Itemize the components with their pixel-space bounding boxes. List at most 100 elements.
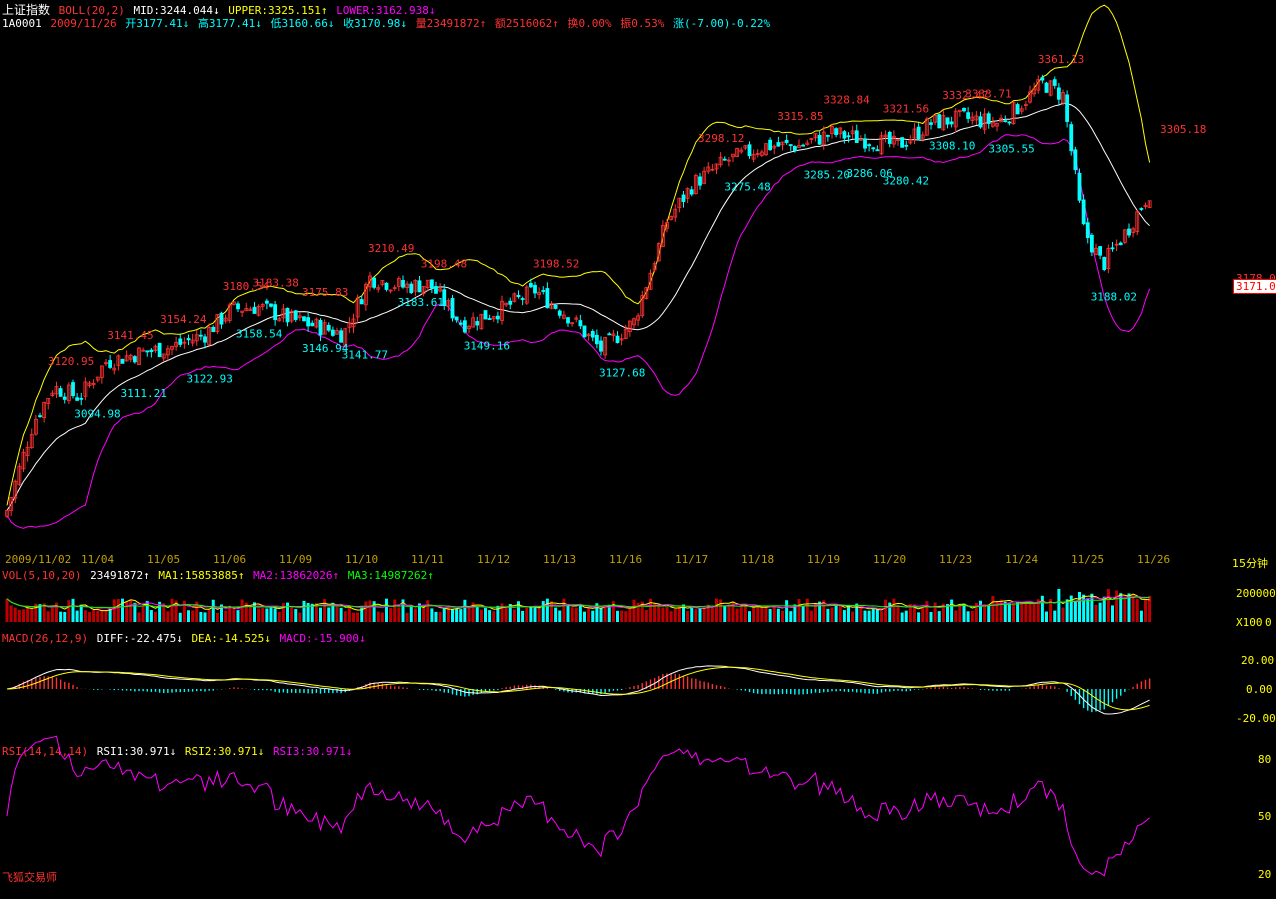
volume-bar (723, 605, 727, 622)
candle-body (269, 303, 273, 307)
volume-bar (154, 611, 157, 622)
candle-body (149, 349, 154, 353)
volume-bar (46, 611, 50, 622)
candle-body (1139, 208, 1144, 210)
candle-body (854, 130, 859, 143)
volume-bar (983, 604, 987, 622)
candle-body (458, 322, 463, 325)
volume-bar (463, 599, 467, 622)
candle-body (1065, 94, 1070, 122)
volume-bar (141, 605, 145, 622)
volume-bar (735, 608, 739, 622)
candle-body (722, 158, 727, 161)
volume-bar (112, 599, 116, 622)
candle-body (264, 300, 269, 304)
candle-body (359, 299, 364, 305)
volume-bar (863, 610, 867, 622)
volume-bar (339, 607, 343, 622)
candle-body (520, 298, 525, 300)
volume-bar (409, 606, 413, 622)
volume-bar (319, 607, 322, 622)
macd-tick-0: 0.00 (1246, 683, 1273, 696)
volume-bar (768, 609, 772, 622)
price-high-label: 3321.56 (883, 103, 929, 116)
volume-bar (743, 605, 747, 622)
volume-bar (533, 606, 537, 622)
price-low-label: 3188.02 (1091, 290, 1137, 303)
candle-body (966, 112, 971, 119)
volume-bar (203, 612, 207, 622)
volume-bar (79, 604, 83, 622)
date-tick-label: 11/24 (1005, 553, 1038, 566)
stock-chart[interactable]: 3120.95 3094.98 3141.45 3111.21 3154.24 3122.… (0, 0, 1276, 899)
volume-bar (1098, 602, 1102, 622)
price-low-label: 3094.98 (74, 407, 120, 420)
candle-body (450, 298, 455, 319)
candle-body (582, 325, 587, 338)
volume-bar (63, 612, 67, 622)
volume-bar (991, 595, 995, 622)
volume-bar (1139, 610, 1143, 622)
candle-body (846, 135, 851, 138)
volume-bar (430, 608, 434, 622)
volume-bar (67, 600, 71, 622)
volume-bar (335, 606, 339, 622)
volume-bar (929, 612, 933, 622)
volume-bar (657, 606, 661, 622)
volume-bar (1115, 590, 1119, 622)
volume-bar (125, 602, 129, 622)
volume-bar (187, 610, 190, 622)
candle-body (528, 283, 533, 288)
volume-bar (727, 604, 731, 622)
candle-body (1085, 222, 1090, 239)
price-high-label: 3361.13 (1038, 53, 1084, 66)
price-low-label: 3275.48 (724, 181, 770, 194)
volume-bar (999, 599, 1003, 622)
volume-bar (327, 607, 331, 622)
date-tick-label: 11/18 (741, 553, 774, 566)
candle-body (1069, 124, 1074, 152)
volume-bar (1111, 605, 1114, 622)
candle-body (454, 316, 459, 321)
price-high-label: 3120.95 (48, 355, 94, 368)
volume-bar (570, 607, 574, 622)
date-tick-label: 11/10 (345, 553, 378, 566)
volume-bar (207, 609, 211, 622)
volume-bar (368, 600, 372, 622)
date-tick-label: 11/20 (873, 553, 906, 566)
candle-body (553, 304, 558, 309)
volume-bar (323, 599, 327, 622)
candle-body (689, 189, 694, 195)
volume-bar (925, 601, 929, 622)
volume-bar (492, 611, 496, 622)
volume-bar (352, 612, 355, 622)
candle-body (508, 300, 513, 305)
candle-body (533, 284, 537, 294)
date-tick-label: 11/09 (279, 553, 312, 566)
volume-bar (467, 606, 471, 622)
candle-body (834, 128, 839, 136)
volume-bar (96, 610, 100, 622)
volume-bar (92, 609, 96, 622)
volume-bar (644, 609, 648, 622)
volume-bar (182, 600, 186, 622)
volume-bar (1020, 603, 1024, 622)
volume-bar (356, 612, 360, 622)
candle-body (38, 415, 42, 418)
candle-body (487, 318, 492, 320)
volume-bar (772, 605, 776, 622)
volume-bar (710, 608, 714, 622)
volume-bar (756, 605, 760, 622)
price-high-label: 3315.85 (777, 110, 823, 123)
candle-body (863, 138, 867, 149)
candle-body (339, 330, 344, 343)
candle-body (545, 288, 550, 309)
candle-body (1077, 172, 1082, 201)
candle-body (58, 388, 63, 397)
candle-body (302, 316, 306, 322)
volume-bar (801, 606, 805, 622)
volume-bar (847, 604, 850, 622)
candle-body (475, 321, 480, 326)
volume-bar (896, 605, 900, 622)
price-low-label: 3111.21 (121, 387, 167, 400)
